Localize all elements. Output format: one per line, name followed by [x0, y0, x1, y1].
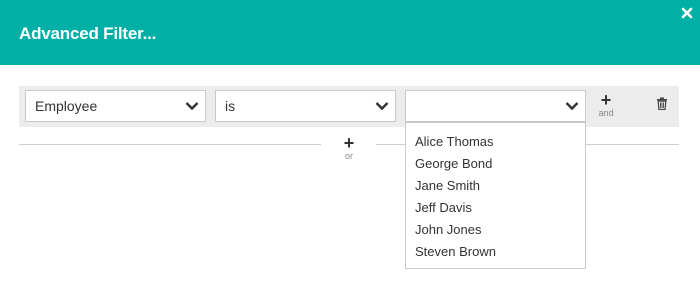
chevron-down-icon [375, 102, 389, 111]
chevron-down-icon [185, 102, 199, 111]
dropdown-option[interactable]: Steven Brown [415, 244, 496, 259]
filter-row: Employee is + and [19, 86, 679, 127]
field-select-value: Employee [35, 98, 98, 114]
dialog-title: Advanced Filter... [19, 24, 157, 43]
add-or-condition-button[interactable]: + or [337, 133, 361, 163]
dropdown-option[interactable]: George Bond [415, 156, 492, 171]
chevron-down-icon [565, 102, 579, 111]
value-dropdown-list: Alice Thomas George Bond Jane Smith Jeff… [405, 122, 586, 269]
operator-select[interactable]: is [215, 90, 396, 122]
dialog-header: Advanced Filter... [0, 0, 700, 65]
dropdown-option[interactable]: Alice Thomas [415, 134, 494, 149]
dropdown-option[interactable]: Jane Smith [415, 178, 480, 193]
plus-icon: + [343, 133, 355, 153]
value-select[interactable] [405, 90, 586, 122]
trash-icon[interactable] [656, 97, 668, 111]
divider [19, 144, 321, 145]
field-select[interactable]: Employee [25, 90, 206, 122]
and-label: and [598, 108, 614, 118]
plus-icon: + [600, 90, 612, 110]
add-and-condition-button[interactable]: + and [593, 90, 619, 122]
close-icon[interactable] [680, 6, 694, 20]
or-label: or [344, 151, 353, 161]
dropdown-option[interactable]: Jeff Davis [415, 200, 472, 215]
operator-select-value: is [225, 98, 236, 114]
dropdown-option[interactable]: John Jones [415, 222, 482, 237]
